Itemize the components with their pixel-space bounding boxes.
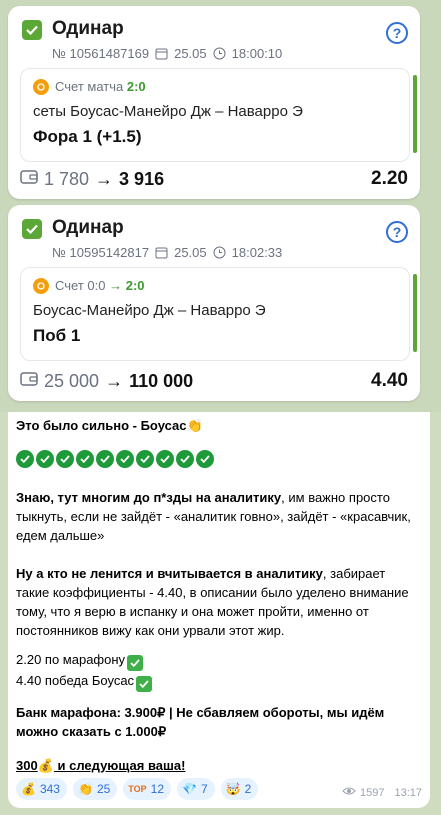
bet-header: Одинар № 10561487169 25.05 18:00:10 ?	[20, 16, 408, 66]
bet-meta: № 10561487169 25.05 18:00:10	[52, 46, 282, 61]
bet-selection: Счет 0:0 → 2:0 Боусас-Манейро Дж – Навар…	[20, 267, 417, 361]
stake: 1 780	[44, 168, 90, 189]
payout: 3 916	[119, 168, 165, 189]
bank-line: Банк марафона: 3.900₽ | Не сбавляем обор…	[16, 705, 385, 739]
check-icon	[176, 450, 194, 468]
bet-type: Одинар	[52, 217, 124, 238]
status-bar	[413, 75, 417, 153]
money-bag-icon: 💰	[37, 758, 54, 773]
message-headline: Это было сильно - Боусас👏	[16, 418, 203, 433]
wallet-icon	[20, 371, 38, 392]
check-icon	[196, 450, 214, 468]
clock-icon	[213, 47, 226, 60]
clap-icon: 👏	[77, 782, 93, 796]
bet-selection: Счет матча 2:0 сеты Боусас-Манейро Дж – …	[20, 68, 417, 162]
help-icon[interactable]: ?	[386, 22, 408, 44]
arrow-right-icon: →	[95, 168, 114, 189]
bet-header: Одинар № 10595142817 25.05 18:02:33 ?	[20, 215, 408, 265]
score: Счет 0:0 → 2:0	[55, 278, 145, 293]
green-check-icon	[136, 676, 153, 692]
green-check-icon	[127, 655, 144, 671]
bet-amounts: 25 000 → 110 000 4.40	[20, 370, 408, 392]
payout: 110 000	[129, 370, 194, 391]
marathon-line: 2.20 по марафону	[16, 652, 126, 667]
reaction-top[interactable]: TOP 12	[123, 778, 171, 800]
check-icon	[76, 450, 94, 468]
top-icon: TOP	[128, 784, 147, 794]
checkmark-icon	[22, 20, 42, 40]
odds: 2.20	[371, 168, 408, 189]
results: 2.20 по марафону 4.40 победа Боусас	[16, 650, 418, 692]
help-icon[interactable]: ?	[386, 221, 408, 243]
message-meta: 1597 13:17	[342, 786, 422, 799]
bet-card-2[interactable]: Одинар № 10595142817 25.05 18:02:33 ? Сч…	[8, 205, 420, 401]
bet-number: № 10595142817	[52, 245, 150, 260]
coin-icon	[33, 79, 49, 95]
check-icon	[116, 450, 134, 468]
check-icon	[36, 450, 54, 468]
paragraph-2: Ну а кто не ленится и вчитывается в анал…	[16, 566, 409, 638]
event-name: сеты Боусас-Манейро Дж – Наварро Э	[33, 103, 303, 120]
view-count: 1597	[359, 786, 385, 799]
reaction-clap[interactable]: 👏 25	[72, 778, 118, 800]
cta-link[interactable]: 300💰 и следующая ваша!	[16, 756, 418, 775]
bet-date: 25.05	[174, 46, 207, 61]
bet-type: Одинар	[52, 18, 124, 39]
money-bag-icon: 💰	[21, 782, 36, 796]
bet-time: 18:02:33	[231, 245, 283, 260]
bet-amounts: 1 780 → 3 916 2.20	[20, 168, 408, 190]
coin-icon	[33, 278, 49, 294]
check-icon	[16, 450, 34, 468]
bet-date: 25.05	[174, 245, 207, 260]
reactions: 💰 343 👏 25 TOP 12 💎 7 🤯 2	[16, 778, 259, 800]
calendar-icon	[155, 47, 168, 60]
wallet-icon	[20, 169, 38, 190]
eye-icon	[342, 786, 356, 799]
win-line: 4.40 победа Боусас	[16, 673, 135, 688]
odds: 4.40	[371, 370, 408, 391]
calendar-icon	[155, 246, 168, 259]
stake: 25 000	[44, 370, 100, 391]
bet-number: № 10561487169	[52, 46, 150, 61]
message-time: 13:17	[394, 786, 422, 799]
score: Счет матча 2:0	[55, 79, 146, 94]
status-bar	[413, 274, 417, 352]
event-name: Боусас-Манейро Дж – Наварро Э	[33, 302, 266, 319]
check-icon	[96, 450, 114, 468]
bet-card-1[interactable]: Одинар № 10561487169 25.05 18:00:10 ? Сч…	[8, 6, 420, 199]
market: Поб 1	[33, 326, 81, 345]
message-bubble[interactable]: Это было сильно - Боусас👏 Знаю, тут мног…	[8, 412, 430, 808]
checkmark-row	[16, 450, 214, 468]
reaction-money-bag[interactable]: 💰 343	[16, 778, 67, 800]
market: Фора 1 (+1.5)	[33, 127, 142, 146]
clock-icon	[213, 246, 226, 259]
bet-time: 18:00:10	[231, 46, 283, 61]
check-icon	[156, 450, 174, 468]
checkmark-icon	[22, 219, 42, 239]
paragraph-1: Знаю, тут многим до п*зды на аналитику, …	[16, 490, 411, 543]
arrow-right-icon: →	[105, 370, 124, 391]
exploding-head-icon: 🤯	[225, 782, 241, 796]
bet-meta: № 10595142817 25.05 18:02:33	[52, 245, 282, 260]
check-icon	[56, 450, 74, 468]
gem-icon: 💎	[182, 782, 197, 796]
reaction-gem[interactable]: 💎 7	[177, 778, 215, 800]
reaction-exploding-head[interactable]: 🤯 2	[220, 778, 259, 800]
check-icon	[136, 450, 154, 468]
